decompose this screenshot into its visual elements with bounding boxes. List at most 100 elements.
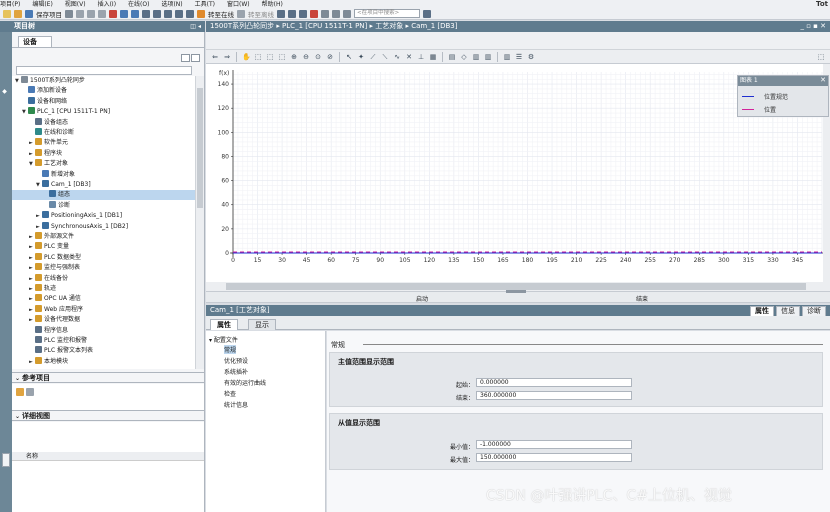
open-project-icon[interactable] bbox=[14, 9, 22, 18]
split-horizontal-icon[interactable] bbox=[321, 9, 329, 18]
go-offline-button[interactable]: 转至离线 bbox=[248, 9, 274, 19]
menu-item[interactable]: 插入(I) bbox=[98, 2, 116, 8]
upload-icon[interactable] bbox=[175, 9, 183, 18]
accessible-devices-icon[interactable] bbox=[277, 9, 285, 18]
zoom-reset-icon[interactable]: ⊘ bbox=[325, 52, 335, 62]
zoom-out-icon[interactable]: ⊖ bbox=[301, 52, 311, 62]
tree-filter-input[interactable] bbox=[16, 66, 192, 75]
tab-devices[interactable]: 设备 bbox=[18, 36, 52, 47]
split-vertical-icon[interactable] bbox=[332, 9, 340, 18]
grid-view-icon[interactable] bbox=[181, 54, 190, 62]
tree-item[interactable]: 诊断 bbox=[12, 200, 195, 211]
save-project-button[interactable]: 保存项目 bbox=[36, 9, 62, 19]
add-segment-icon[interactable]: ⟋ bbox=[368, 52, 378, 62]
tree-item[interactable]: ▼ Cam_1 [DB3] bbox=[12, 180, 195, 190]
expand-icon[interactable]: ⬚ bbox=[816, 52, 826, 62]
strip-toggle-button[interactable] bbox=[2, 453, 10, 467]
tree-item[interactable]: ▼ 1500T系列凸轮同步 bbox=[12, 76, 195, 86]
details-column-name[interactable]: 名称 bbox=[12, 452, 204, 461]
details-view-header[interactable]: ⌄ 详细视图 bbox=[12, 410, 204, 421]
menu-item[interactable]: 视图(V) bbox=[65, 2, 86, 8]
nav-item-valid-curves[interactable]: 有效的运行曲线 bbox=[224, 378, 266, 387]
simulation-icon[interactable] bbox=[186, 9, 194, 18]
zoom-fit-icon[interactable]: ⊙ bbox=[313, 52, 323, 62]
line-tool-icon[interactable]: ⟍ bbox=[380, 52, 390, 62]
cut-icon[interactable] bbox=[76, 9, 84, 18]
scrollbar-thumb[interactable] bbox=[197, 88, 203, 208]
stop-cpu-icon[interactable] bbox=[299, 9, 307, 18]
tree-item[interactable]: 程序信息 bbox=[12, 325, 195, 336]
layout-1-icon[interactable]: ▥ bbox=[471, 52, 481, 62]
tree-item[interactable]: ► PLC 数据类型 bbox=[12, 252, 195, 263]
new-project-icon[interactable] bbox=[3, 9, 11, 18]
snap-icon[interactable]: ⊥ bbox=[416, 52, 426, 62]
tree-item[interactable]: ▼ PLC_1 [CPU 1511T-1 PN] bbox=[12, 107, 195, 117]
tree-item[interactable]: 在线和诊断 bbox=[12, 128, 195, 138]
tree-item[interactable]: ► 外部源文件 bbox=[12, 232, 195, 242]
tree-item[interactable]: ► PLC 变量 bbox=[12, 242, 195, 252]
menu-item[interactable]: 窗口(W) bbox=[227, 2, 250, 8]
close-reference-icon[interactable] bbox=[26, 388, 35, 396]
go-offline-icon[interactable] bbox=[237, 9, 245, 18]
resize-grip[interactable] bbox=[506, 290, 526, 293]
zoom-in-icon[interactable]: ⊕ bbox=[289, 52, 299, 62]
nav-item-check[interactable]: 检查 bbox=[224, 389, 236, 398]
nav-item-general[interactable]: 常规 bbox=[224, 345, 237, 354]
breadcrumb[interactable]: 1500T系列凸轮同步 ▸ PLC_1 [CPU 1511T-1 PN] ▸ 工… bbox=[210, 22, 457, 30]
forward-icon[interactable]: ⇒ bbox=[222, 52, 232, 62]
delete-point-icon[interactable]: ✕ bbox=[404, 52, 414, 62]
tree-item[interactable]: ► 设备代理数据 bbox=[12, 315, 195, 325]
tree-item[interactable]: ► 程序块 bbox=[12, 148, 195, 159]
chart-settings-icon[interactable]: ▤ bbox=[447, 52, 457, 62]
tangent-icon[interactable]: ◇ bbox=[459, 52, 469, 62]
table-view-icon[interactable]: ☰ bbox=[514, 52, 524, 62]
tree-item[interactable]: ► 轨迹 bbox=[12, 284, 195, 294]
delete-icon[interactable] bbox=[109, 9, 117, 18]
tree-item[interactable]: ► PositioningAxis_1 [DB1] bbox=[12, 211, 195, 221]
open-reference-icon[interactable] bbox=[16, 388, 24, 396]
slave-max-input[interactable]: 150.000000 bbox=[476, 453, 632, 462]
tree-item[interactable]: ► SynchronousAxis_1 [DB2] bbox=[12, 221, 195, 232]
menu-item[interactable]: 帮助(H) bbox=[262, 2, 283, 8]
chart-scrollbar-thumb[interactable] bbox=[226, 283, 806, 290]
paste-icon[interactable] bbox=[98, 9, 106, 18]
grid-icon[interactable]: ▦ bbox=[428, 52, 438, 62]
tree-item[interactable]: ▼ 工艺对象 bbox=[12, 159, 195, 169]
tree-item[interactable]: ► OPC UA 通信 bbox=[12, 294, 195, 304]
tab-display[interactable]: 显示 bbox=[248, 319, 276, 330]
close-icon[interactable] bbox=[310, 9, 318, 18]
select-icon[interactable]: ↖ bbox=[344, 52, 354, 62]
zoom-x-icon[interactable]: ⬚ bbox=[265, 52, 275, 62]
pan-icon[interactable]: ✋ bbox=[241, 52, 251, 62]
go-online-button[interactable]: 转至在线 bbox=[208, 9, 234, 19]
chart-legend[interactable]: 图表 1 ✕ 位置规范 位置 bbox=[737, 75, 829, 117]
slave-min-input[interactable]: -1.000000 bbox=[476, 440, 632, 449]
close-icon[interactable]: ✕ bbox=[820, 76, 826, 85]
nav-item-optimize[interactable]: 优化预设 bbox=[224, 356, 248, 365]
back-icon[interactable]: ⇐ bbox=[210, 52, 220, 62]
tree-scrollbar[interactable] bbox=[195, 76, 204, 369]
start-cpu-icon[interactable] bbox=[288, 9, 296, 18]
window-controls-icon[interactable]: _ ▫ ▪ ✕ bbox=[800, 21, 826, 32]
tree-item[interactable]: ► 监控与强制表 bbox=[12, 263, 195, 273]
reference-projects-header[interactable]: ⌄ 参考项目 bbox=[12, 372, 204, 383]
menu-item[interactable]: 工具(T) bbox=[195, 2, 215, 8]
tree-item[interactable]: 组态 bbox=[12, 190, 195, 201]
master-start-input[interactable]: 0.000000 bbox=[476, 378, 632, 387]
layout-3-icon[interactable]: ▥ bbox=[502, 52, 512, 62]
save-icon[interactable] bbox=[25, 9, 33, 18]
tree-item[interactable]: 新增对象 bbox=[12, 169, 195, 180]
menu-item[interactable]: 项目(P) bbox=[0, 2, 20, 8]
search-icon[interactable] bbox=[423, 9, 431, 18]
menu-item[interactable]: 选项(N) bbox=[161, 2, 182, 8]
list-view-icon[interactable] bbox=[191, 54, 200, 62]
tree-item[interactable]: ► 在线备份 bbox=[12, 273, 195, 284]
layout-2-icon[interactable]: ▥ bbox=[483, 52, 493, 62]
project-search-input[interactable]: <在项目中搜索> bbox=[354, 9, 420, 18]
undo-icon[interactable] bbox=[120, 9, 128, 18]
master-end-input[interactable]: 360.000000 bbox=[476, 391, 632, 400]
show-hide-icon[interactable] bbox=[343, 9, 351, 18]
curve-tool-icon[interactable]: ∿ bbox=[392, 52, 402, 62]
project-tree-strip-label[interactable]: ◆ bbox=[1, 88, 8, 95]
nav-item-interpolation[interactable]: 系统插补 bbox=[224, 367, 248, 376]
